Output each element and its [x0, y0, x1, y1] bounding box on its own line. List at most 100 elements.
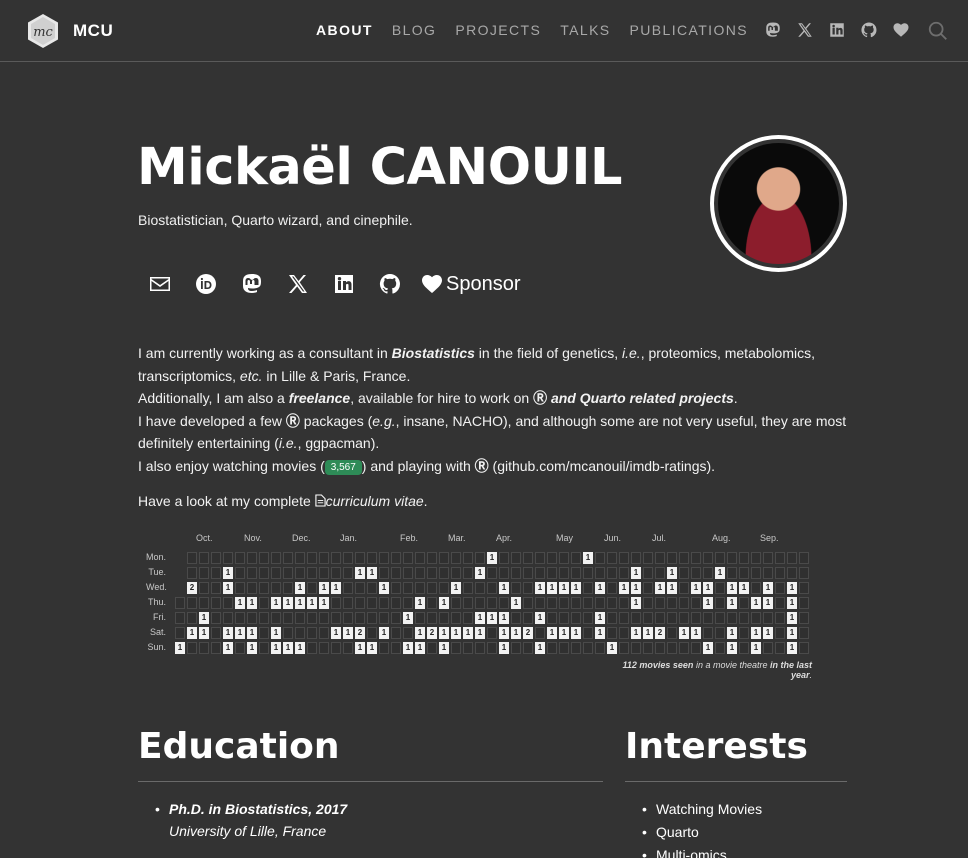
quarto-projects-link[interactable]: and Quarto related projects — [551, 390, 734, 406]
nav-talks[interactable]: TALKS — [560, 22, 610, 38]
heatmap-cell — [643, 582, 653, 594]
interests-title: Interests — [625, 726, 808, 767]
heatmap-cell — [259, 627, 269, 639]
github-icon[interactable] — [860, 21, 878, 39]
heatmap-cell — [259, 597, 269, 609]
heatmap-cell — [259, 582, 269, 594]
heatmap-cell: 1 — [751, 597, 761, 609]
mastodon-icon[interactable] — [764, 21, 782, 39]
heatmap-cell: 1 — [727, 597, 737, 609]
heatmap-cell: 1 — [487, 612, 497, 624]
brand[interactable]: mc MCU — [27, 13, 113, 49]
heatmap-cell: 1 — [631, 627, 641, 639]
heatmap-cell — [403, 582, 413, 594]
heatmap-cell — [523, 582, 533, 594]
heatmap-cell — [787, 552, 797, 564]
heart-icon[interactable] — [892, 21, 910, 39]
heatmap-cell — [715, 552, 725, 564]
sponsor-label: Sponsor — [446, 272, 521, 295]
heatmap-cell — [247, 582, 257, 594]
heatmap-cell — [247, 612, 257, 624]
heatmap-cell — [667, 552, 677, 564]
heatmap-cell — [559, 567, 569, 579]
day-label: Mon. — [146, 552, 167, 562]
heatmap-cell: 1 — [355, 567, 365, 579]
heatmap-cell — [523, 642, 533, 654]
cv-link[interactable]: curriculum vitae — [326, 493, 424, 509]
heatmap-cell — [607, 612, 617, 624]
heatmap-cell — [355, 612, 365, 624]
heatmap-cell — [487, 567, 497, 579]
heatmap-cell: 1 — [535, 582, 545, 594]
email-icon[interactable] — [148, 272, 172, 296]
imdb-ratings-link[interactable]: (github.com/mcanouil/imdb-ratings). — [489, 458, 716, 474]
heatmap-cell — [691, 552, 701, 564]
heatmap-cell — [715, 627, 725, 639]
heatmap-cell — [247, 552, 257, 564]
month-label: Jun. — [604, 533, 622, 543]
heatmap-cell — [703, 627, 713, 639]
heatmap-cell — [175, 612, 185, 624]
heatmap-cell: 1 — [415, 597, 425, 609]
heatmap-cell — [199, 567, 209, 579]
nav-projects[interactable]: PROJECTS — [455, 22, 541, 38]
heatmap-cell — [175, 597, 185, 609]
linkedin-social-icon[interactable] — [332, 272, 356, 296]
brand-text: MCU — [73, 21, 114, 40]
page-title: Mickaël CANOUIL — [137, 138, 622, 197]
nav-about[interactable]: ABOUT — [316, 22, 373, 38]
heatmap-cell: 1 — [271, 627, 281, 639]
heatmap-cell: 1 — [727, 642, 737, 654]
heatmap-cell: 1 — [331, 627, 341, 639]
heatmap-cell — [187, 612, 197, 624]
orcid-icon[interactable] — [194, 272, 218, 296]
heatmap-cell — [283, 612, 293, 624]
heatmap-cell: 1 — [643, 627, 653, 639]
heatmap-cell — [439, 612, 449, 624]
heatmap-cell — [463, 552, 473, 564]
heatmap-cell: 1 — [583, 552, 593, 564]
heatmap-cell: 1 — [631, 582, 641, 594]
heatmap-cell — [367, 552, 377, 564]
r-logo-icon: Ⓡ — [474, 457, 489, 474]
heatmap-cell — [583, 612, 593, 624]
heatmap-cell — [799, 597, 809, 609]
month-label: May — [556, 533, 574, 543]
heatmap-cell — [535, 567, 545, 579]
education-title: Education — [138, 726, 340, 767]
heatmap-cell — [631, 552, 641, 564]
heatmap-cell — [295, 552, 305, 564]
heatmap-cell: 1 — [667, 582, 677, 594]
sponsor-link[interactable]: Sponsor — [420, 272, 521, 296]
github-social-icon[interactable] — [378, 272, 402, 296]
education-item: Ph.D. in Biostatistics, 2017 University … — [155, 798, 347, 842]
nav-publications[interactable]: PUBLICATIONS — [630, 22, 748, 38]
heatmap-cell: 1 — [235, 627, 245, 639]
heatmap-cell — [799, 552, 809, 564]
heatmap-cell: 1 — [703, 582, 713, 594]
heatmap-cell: 1 — [595, 627, 605, 639]
month-label: Nov. — [244, 533, 262, 543]
nav-blog[interactable]: BLOG — [392, 22, 437, 38]
heatmap-cell — [571, 567, 581, 579]
heatmap-cell: 1 — [487, 552, 497, 564]
interest-item: Multi-omics — [642, 844, 762, 858]
heatmap-cell: 1 — [667, 567, 677, 579]
heatmap-cell — [559, 597, 569, 609]
mastodon-social-icon[interactable] — [240, 272, 264, 296]
heatmap-cell — [511, 552, 521, 564]
heatmap-cell — [787, 567, 797, 579]
heatmap-cell — [511, 582, 521, 594]
heatmap-cell: 1 — [607, 642, 617, 654]
x-twitter-icon[interactable] — [796, 21, 814, 39]
search-icon[interactable] — [927, 20, 949, 42]
heatmap-cell: 1 — [223, 567, 233, 579]
heatmap-cell — [199, 597, 209, 609]
linkedin-icon[interactable] — [828, 21, 846, 39]
heatmap-cell — [283, 567, 293, 579]
heatmap-cell — [199, 642, 209, 654]
x-social-icon[interactable] — [286, 272, 310, 296]
heatmap-cell — [367, 627, 377, 639]
heatmap-cell — [571, 642, 581, 654]
heatmap-cell — [391, 612, 401, 624]
